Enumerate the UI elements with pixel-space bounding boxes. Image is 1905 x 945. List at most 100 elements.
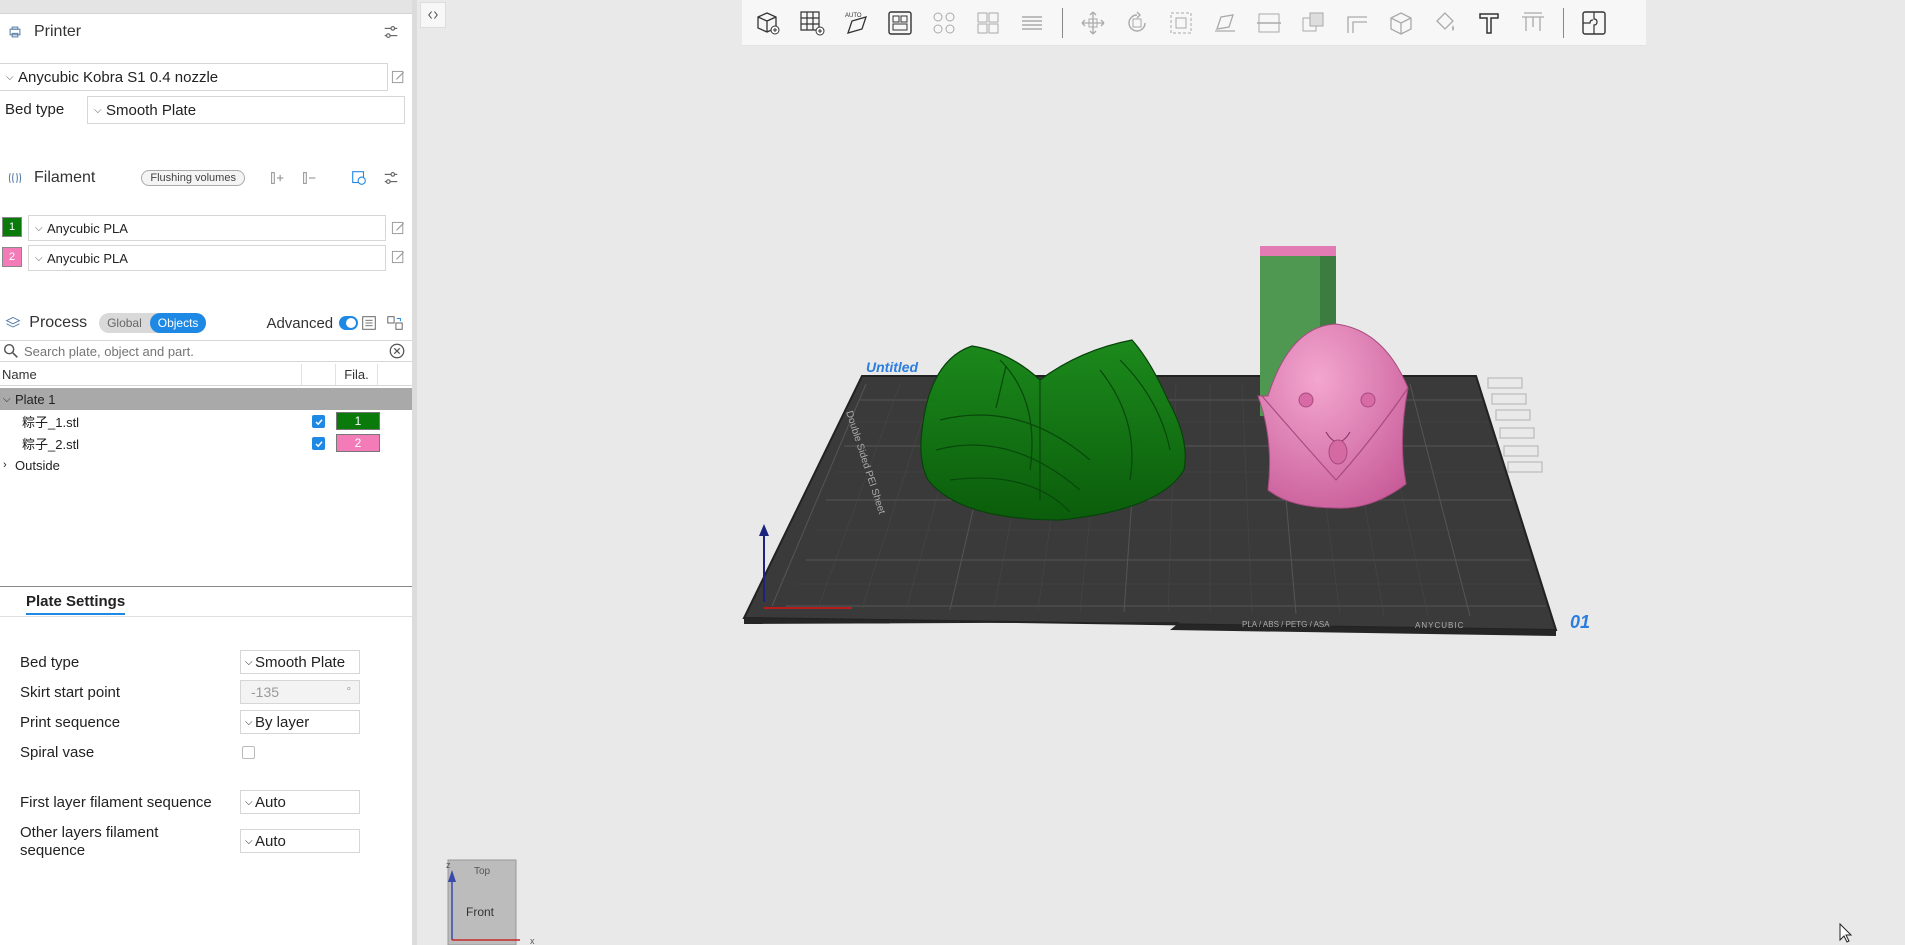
object-1-name: 粽子_1.stl <box>22 414 80 430</box>
move-button[interactable] <box>1075 5 1111 41</box>
rotate-button[interactable] <box>1119 5 1155 41</box>
bed-type-value: Smooth Plate <box>106 101 197 119</box>
variable-layer-height-button[interactable] <box>1014 5 1050 41</box>
printer-settings-icon[interactable] <box>380 21 402 43</box>
process-title: Process <box>29 314 88 331</box>
text-t-icon <box>1479 12 1499 34</box>
boolean-button[interactable] <box>1295 5 1331 41</box>
first-layer-seq-select[interactable]: ⌵ Auto <box>240 790 360 814</box>
object-1-visible-checkbox[interactable] <box>312 415 325 428</box>
lay-on-face-icon <box>1215 13 1235 32</box>
tab-global[interactable]: Global <box>99 313 150 333</box>
edit-filament-2-icon[interactable] <box>388 247 408 267</box>
search-icon <box>2 340 20 362</box>
clear-search-icon[interactable] <box>386 340 408 362</box>
spiral-vase-checkbox[interactable] <box>242 746 255 759</box>
other-layers-seq-label: Other layers filament sequence <box>20 824 159 859</box>
printer-preset-value: Anycubic Kobra S1 0.4 nozzle <box>18 68 219 86</box>
text-button[interactable] <box>1471 5 1507 41</box>
outside-label: Outside <box>15 457 60 473</box>
flushing-volumes-button[interactable]: Flushing volumes <box>141 170 245 186</box>
ps-bed-type-value: Smooth Plate <box>255 653 346 671</box>
skirt-start-input: -135 ° <box>240 680 360 704</box>
column-filament[interactable]: Fila. <box>336 364 378 385</box>
process-scope-toggle[interactable]: Global Objects <box>99 313 207 333</box>
skirt-start-label: Skirt start point <box>20 684 121 701</box>
measure-button[interactable] <box>1515 5 1551 41</box>
object-row-1[interactable]: 粽子_1.stl 1 <box>0 410 412 432</box>
ps-bed-type-select[interactable]: ⌵ Smooth Plate <box>240 650 360 674</box>
print-sequence-label: Print sequence <box>20 714 121 731</box>
lay-on-face-button[interactable] <box>1207 5 1243 41</box>
chevron-down-icon: ⌵ <box>245 835 253 847</box>
bed-type-select[interactable]: ⌵ Smooth Plate <box>87 96 405 124</box>
object-row-2[interactable]: 粽子_2.stl 2 <box>0 432 412 454</box>
split-parts-button[interactable] <box>970 5 1006 41</box>
color-paint-button[interactable] <box>1427 5 1463 41</box>
ps-bed-type-label: Bed type <box>20 654 80 671</box>
plate-name: Plate 1 <box>15 391 56 407</box>
object-2-visible-checkbox[interactable] <box>312 437 325 450</box>
edit-filament-1-icon[interactable] <box>388 218 408 238</box>
object-search-bar <box>0 340 412 362</box>
bed-type-label: Bed type <box>5 101 65 118</box>
column-visibility <box>302 364 336 385</box>
scale-icon <box>1170 12 1192 33</box>
spiral-vase-label: Spiral vase <box>20 744 95 761</box>
chevron-down-icon: ⌵ <box>35 222 43 234</box>
seam-button[interactable] <box>1383 5 1419 41</box>
object-1-filament[interactable]: 1 <box>336 412 380 430</box>
skirt-start-value: -135 <box>251 684 280 700</box>
auto-orient-button[interactable]: AUTO <box>838 5 874 41</box>
add-object-button[interactable] <box>750 5 786 41</box>
object-2-name: 粽子_2.stl <box>22 436 80 452</box>
object-2-filament[interactable]: 2 <box>336 434 380 452</box>
collapse-sidebar-button[interactable] <box>420 2 446 28</box>
process-compare-icon[interactable] <box>384 312 406 334</box>
add-filament-icon[interactable] <box>266 167 288 189</box>
filament-1-badge[interactable]: 1 <box>2 217 22 237</box>
other-layers-seq-select[interactable]: ⌵ Auto <box>240 829 360 853</box>
support-button[interactable] <box>1339 5 1375 41</box>
cube-add-icon <box>757 11 780 34</box>
collapse-arrows-icon <box>428 11 438 19</box>
process-list-icon[interactable] <box>358 312 380 334</box>
column-name[interactable]: Name <box>0 364 302 385</box>
print-sequence-value: By layer <box>255 713 310 731</box>
3d-viewport[interactable] <box>417 0 1905 945</box>
outside-row[interactable]: › Outside <box>0 454 412 476</box>
add-plate-button[interactable] <box>794 5 830 41</box>
cut-button[interactable] <box>1251 5 1287 41</box>
main-toolbar: AUTO <box>742 0 1646 46</box>
filament-1-select[interactable]: ⌵ Anycubic PLA <box>28 215 386 241</box>
object-list-divider <box>0 586 413 587</box>
arrange-button[interactable] <box>882 5 918 41</box>
printer-section-header: Printer <box>0 14 412 50</box>
panel-top-strip <box>0 0 416 14</box>
print-sequence-select[interactable]: ⌵ By layer <box>240 710 360 734</box>
scale-button[interactable] <box>1163 5 1199 41</box>
object-search-input[interactable] <box>24 343 384 359</box>
advanced-toggle[interactable] <box>339 316 358 330</box>
tab-plate-settings[interactable]: Plate Settings <box>26 593 126 615</box>
svg-text:AUTO: AUTO <box>845 13 862 19</box>
remove-filament-icon[interactable] <box>298 167 320 189</box>
chevron-right-icon[interactable]: › <box>3 459 15 471</box>
tab-objects[interactable]: Objects <box>149 313 207 333</box>
plate-row[interactable]: ⌵ Plate 1 <box>0 388 412 410</box>
first-layer-seq-label: First layer filament sequence <box>20 794 212 811</box>
measure-caliper-icon <box>1522 11 1544 31</box>
chevron-down-icon: ⌵ <box>245 656 253 668</box>
assembly-button[interactable] <box>1576 5 1612 41</box>
split-objects-button[interactable] <box>926 5 962 41</box>
puzzle-icon <box>1582 10 1606 35</box>
filament-settings-icon[interactable] <box>380 167 402 189</box>
filament-2-badge[interactable]: 2 <box>2 247 22 267</box>
printer-preset-select[interactable]: ⌵ Anycubic Kobra S1 0.4 nozzle <box>0 63 388 91</box>
filament-2-select[interactable]: ⌵ Anycubic PLA <box>28 245 386 271</box>
chevron-down-icon[interactable]: ⌵ <box>3 394 15 405</box>
sync-filament-icon[interactable] <box>348 167 370 189</box>
edit-printer-icon[interactable] <box>388 67 408 87</box>
move-icon <box>1081 11 1105 34</box>
filament-title: Filament <box>34 169 96 186</box>
